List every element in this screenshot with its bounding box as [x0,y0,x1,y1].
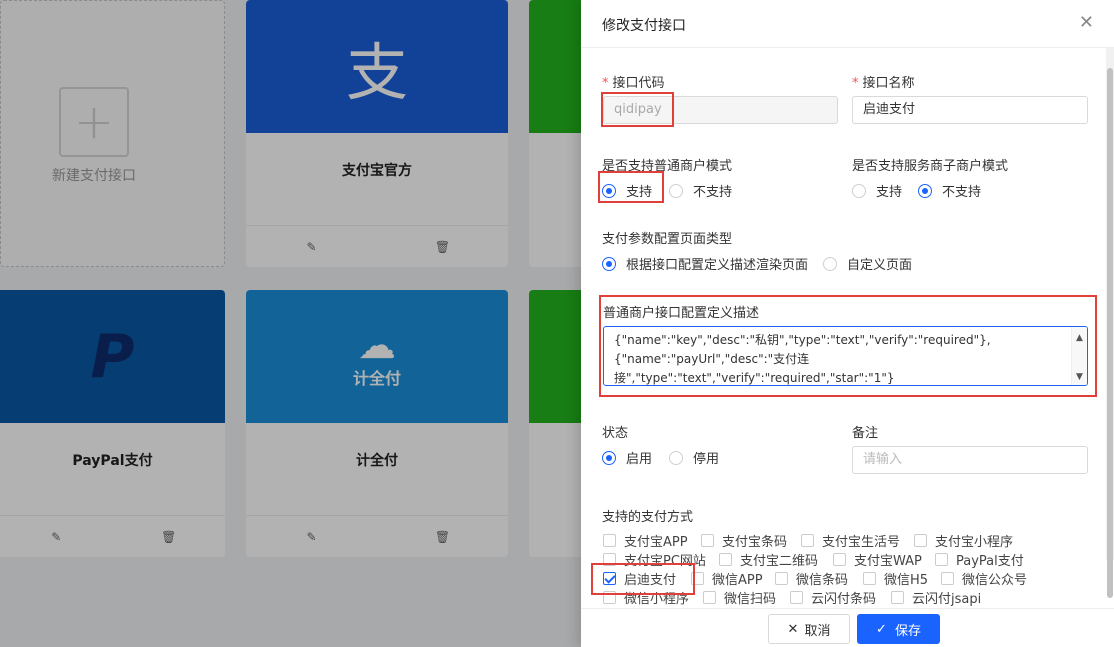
method-checkbox[interactable]: 云闪付条码 [790,588,876,607]
remark-label: 备注 [852,426,879,441]
check-icon: ✓ [876,621,887,637]
drawer-header: 修改支付接口 ✕ [581,0,1114,48]
status-disable-radio[interactable]: 停用 [669,448,719,467]
code-label: * 接口代码 [602,76,665,91]
methods-label: 支持的支付方式 [602,510,694,525]
close-icon[interactable]: ✕ [1079,12,1094,33]
method-checkbox[interactable]: 支付宝小程序 [914,531,1013,550]
method-checkbox[interactable]: 云闪付jsapi [891,588,981,607]
method-checkbox[interactable]: 微信扫码 [703,588,776,607]
method-checkbox[interactable]: 支付宝条码 [701,531,787,550]
method-checkbox[interactable]: 微信条码 [775,569,848,588]
method-checkbox[interactable]: PayPal支付 [935,550,1024,569]
method-checkbox[interactable]: 微信APP [691,569,763,588]
method-checkbox[interactable]: 支付宝WAP [833,550,922,569]
save-label: 保存 [894,623,921,639]
close-icon: ✕ [787,621,799,637]
save-button[interactable]: ✓ 保存 [857,614,940,644]
status-label: 状态 [602,426,629,441]
cancel-label: 取消 [804,623,831,639]
page-type-custom-radio[interactable]: 自定义页面 [823,254,912,273]
scrollbar[interactable] [1106,48,1114,598]
method-checkbox[interactable]: 支付宝生活号 [801,531,900,550]
highlight-box [601,92,674,127]
page-type-render-radio[interactable]: 根据接口配置定义描述渲染页面 [602,254,808,273]
page-type-label: 支付参数配置页面类型 [602,232,733,247]
highlight-box [598,171,664,203]
method-checkbox[interactable]: 支付宝APP [603,531,688,550]
cancel-button[interactable]: ✕ 取消 [768,614,850,644]
method-checkbox[interactable]: 支付宝二维码 [719,550,818,569]
name-label: * 接口名称 [852,76,915,91]
remark-input[interactable]: 请输入 [852,446,1088,474]
drawer-title: 修改支付接口 [602,18,686,34]
method-checkbox[interactable]: 微信公众号 [941,569,1027,588]
status-enable-radio[interactable]: 启用 [602,448,652,467]
name-input[interactable]: 启迪支付 [852,96,1088,124]
service-mode-not-support-radio[interactable]: 不支持 [918,181,981,200]
method-checkbox[interactable]: 微信H5 [863,569,928,588]
modal-mask[interactable] [0,0,581,647]
service-mode-label: 是否支持服务商子商户模式 [852,159,1009,174]
normal-mode-not-support-radio[interactable]: 不支持 [669,181,732,200]
highlight-box [591,563,695,595]
highlight-box [599,295,1097,397]
service-mode-support-radio[interactable]: 支持 [852,181,902,200]
scrollbar-thumb[interactable] [1107,68,1113,598]
